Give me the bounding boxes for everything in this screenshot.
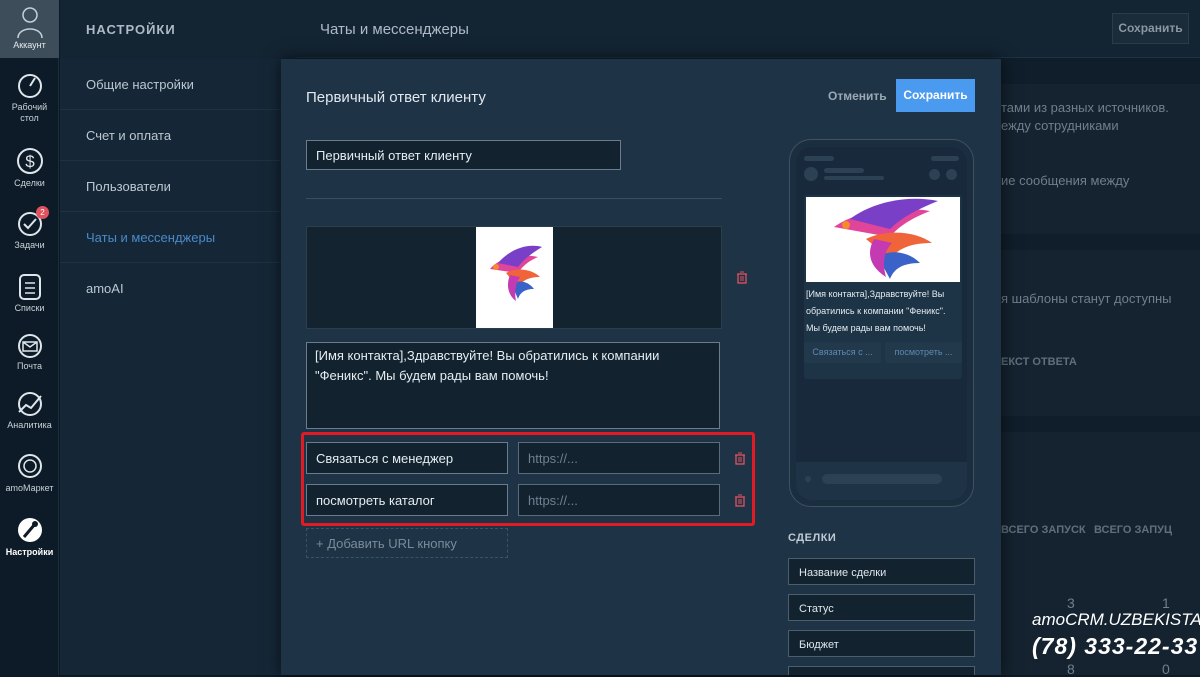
bg-text-3: ие сообщения между — [1001, 173, 1130, 188]
nav-analytics[interactable]: Аналитика — [0, 390, 59, 431]
phone-preview: [Имя контакта],Здравствуйте! Вы обратили… — [789, 139, 974, 507]
phone-input-bar — [796, 462, 967, 500]
phone-icon — [946, 169, 957, 180]
nav-analytics-label: Аналитика — [7, 420, 52, 430]
nav-lists-label: Списки — [14, 303, 45, 313]
bg-panel-templates — [1001, 250, 1200, 416]
bg-text-5: ЕКСТ ОТВЕТА — [1001, 356, 1077, 368]
message-textarea[interactable]: [Имя контакта],Здравствуйте! Вы обратили… — [306, 342, 720, 429]
bg-text-2: ежду сотрудниками — [1001, 118, 1119, 133]
nav-deals[interactable]: $ Сделки — [0, 146, 59, 189]
preview-button-1: Связаться с ... — [804, 342, 881, 363]
bg-num-1: 3 — [1067, 595, 1075, 611]
nav-deals-label: Сделки — [14, 178, 45, 188]
deal-field-budget[interactable]: Бюджет — [788, 630, 975, 657]
settings-icon — [17, 518, 42, 542]
user-avatar-icon — [16, 7, 43, 39]
nav-mail-label: Почта — [17, 361, 42, 371]
dashboard-icon — [17, 74, 42, 98]
nav-lists[interactable]: Списки — [0, 273, 59, 314]
account-button[interactable]: Аккаунт — [0, 0, 59, 58]
preview-message-text: [Имя контакта],Здравствуйте! Вы обратили… — [806, 289, 946, 333]
nav-tasks-label: Задачи — [14, 240, 45, 250]
preview-image — [806, 197, 960, 282]
divider — [306, 198, 722, 199]
bg-text-1: тами из разных источников. — [1001, 100, 1169, 115]
nav-settings-label: Настройки — [5, 547, 54, 557]
template-name-input[interactable]: Первичный ответ клиенту — [306, 140, 621, 170]
deal-field-status[interactable]: Статус — [788, 594, 975, 621]
phoenix-image — [476, 227, 553, 328]
settings-item-users[interactable]: Пользователи — [60, 161, 297, 212]
nav-dashboard-label2: стол — [20, 113, 39, 123]
settings-item-general[interactable]: Общие настройки — [60, 59, 297, 110]
main-header: Чаты и мессенджеры Сохранить — [297, 0, 1200, 58]
phoenix-logo-icon — [834, 198, 938, 279]
cancel-button[interactable]: Отменить — [828, 89, 887, 103]
phone-avatar — [804, 167, 818, 181]
bg-text-4: я шаблоны станут доступны — [1001, 291, 1172, 306]
nav-dashboard-label1: Рабочий — [11, 102, 48, 112]
market-icon — [17, 454, 42, 478]
page-save-button[interactable]: Сохранить — [1112, 13, 1189, 44]
bg-num-2: 1 — [1162, 595, 1170, 611]
add-url-button[interactable]: + Добавить URL кнопку — [306, 528, 508, 558]
delete-image-icon[interactable] — [736, 271, 748, 284]
phone-header-line — [824, 168, 864, 173]
chart-icon — [17, 392, 42, 416]
settings-header: НАСТРОЙКИ — [60, 0, 297, 59]
deal-field-name[interactable]: Название сделки — [788, 558, 975, 585]
phone-input-line — [822, 474, 942, 484]
settings-item-amoai[interactable]: amoAI — [60, 263, 297, 314]
deals-section-title: СДЕЛКИ — [788, 532, 837, 544]
phone-icon — [805, 476, 811, 482]
nav-dashboard[interactable]: Рабочий стол — [0, 72, 59, 124]
svg-text:$: $ — [25, 152, 35, 171]
dollar-icon: $ — [16, 148, 43, 174]
watermark-brand: amoCRM.UZBEKISTAN — [1032, 610, 1200, 629]
settings-item-billing[interactable]: Счет и оплата — [60, 110, 297, 161]
phoenix-logo-icon — [490, 245, 542, 301]
account-label: Аккаунт — [13, 40, 46, 50]
phone-status-bar — [804, 156, 834, 161]
phone-header-line — [824, 176, 884, 180]
list-icon — [18, 274, 41, 300]
modal-title: Первичный ответ клиенту — [306, 89, 486, 106]
bg-text-6: ВСЕГО ЗАПУСК — [1001, 524, 1086, 536]
deal-field-more[interactable] — [788, 666, 975, 675]
highlight-outline — [301, 432, 755, 526]
nav-mail[interactable]: Почта — [0, 333, 59, 372]
bg-text-7: ВСЕГО ЗАПУЦ — [1094, 524, 1172, 536]
image-attachment[interactable] — [306, 226, 722, 329]
watermark-phone: (78) 333-22-33 — [1032, 633, 1199, 659]
save-button[interactable]: Сохранить — [896, 79, 975, 112]
phone-screen: [Имя контакта],Здравствуйте! Вы обратили… — [796, 147, 967, 500]
tasks-badge: 2 — [36, 206, 49, 219]
phone-status-bar — [931, 156, 959, 161]
nav-market-label: amoМаркет — [5, 483, 54, 493]
settings-sidebar: НАСТРОЙКИ Общие настройки Счет и оплата … — [60, 0, 297, 675]
preview-message-card: [Имя контакта],Здравствуйте! Вы обратили… — [804, 195, 962, 379]
nav-market[interactable]: amoМаркет — [0, 451, 59, 494]
page-title: Чаты и мессенджеры — [320, 21, 469, 38]
mail-icon — [17, 334, 42, 358]
preview-button-2: посмотреть ... — [885, 342, 962, 363]
modal-dialog: Первичный ответ клиенту Отменить Сохрани… — [281, 59, 1001, 675]
nav-tasks[interactable]: 2 Задачи — [0, 206, 59, 251]
settings-item-chats[interactable]: Чаты и мессенджеры — [60, 212, 297, 263]
nav-settings[interactable]: Настройки — [0, 515, 59, 558]
phone-icon — [929, 169, 940, 180]
left-nav: Аккаунт Рабочий стол $ Сделки 2 Задачи С… — [0, 0, 59, 675]
